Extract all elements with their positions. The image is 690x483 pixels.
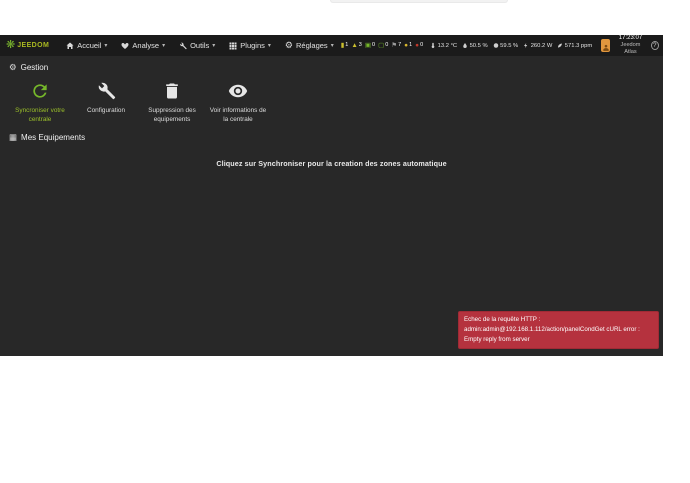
delete-equipments-label: Suppression des equipements — [148, 107, 196, 124]
alert-light-off[interactable]: ● 0 — [415, 42, 423, 50]
error-toast[interactable]: Echec de la requête HTTP : admin:admin@1… — [458, 311, 659, 349]
table-icon: ▦ — [9, 131, 18, 142]
sensor-temperature[interactable]: 13.2 °C — [430, 42, 457, 49]
configuration-label: Configuration — [86, 107, 125, 114]
sensor-humidity-2-value: 59.5 % — [500, 42, 519, 49]
page: ❋ JEEDOM Accueil ▾ Analyse ▾ Outils ▾ Pl… — [0, 0, 690, 483]
menu-accueil-label: Accueil — [77, 41, 102, 50]
caret-down-icon: ▾ — [330, 43, 334, 49]
menu-accueil[interactable]: Accueil ▾ — [59, 35, 114, 56]
alert-message[interactable]: ▢ 0 — [378, 42, 388, 50]
co2-icon — [558, 43, 563, 48]
gestion-title: Gestion — [20, 63, 49, 72]
top-artifact-strip — [330, 0, 508, 3]
alert-flag-count: 7 — [398, 41, 402, 48]
menu-plugins[interactable]: Plugins ▾ — [222, 35, 278, 56]
alert-summary[interactable]: ▮ 1 ▲ 3 ▣ 0 ▢ 0 ⚑ 7 ● 1 ● 0 — [341, 42, 423, 50]
help-button[interactable]: ? — [650, 41, 659, 50]
home-icon — [66, 42, 74, 49]
sensor-co2[interactable]: 571.3 ppm — [557, 42, 592, 49]
gestion-actions: Syncroniser votre centrale Configuration… — [11, 81, 654, 125]
sensor-temperature-value: 13.2 °C — [437, 42, 458, 49]
temperature-icon — [431, 42, 435, 48]
jeedom-logo-text: JEEDOM — [17, 42, 50, 49]
wrench-icon — [180, 42, 187, 49]
gestion-header: ⚙ Gestion — [9, 62, 654, 73]
alert-update[interactable]: ▣ 0 — [365, 42, 375, 50]
user-avatar[interactable] — [601, 39, 611, 52]
alert-warning-count: 3 — [358, 41, 362, 48]
alert-message-count: 0 — [385, 41, 389, 48]
system-name: Jeedom Atlas — [620, 42, 641, 56]
plugins-grid-icon — [229, 42, 237, 49]
gear-icon: ⚙ — [284, 40, 293, 50]
alert-light-off-count: 0 — [420, 41, 424, 48]
humidity-icon — [463, 43, 467, 48]
alert-light-on[interactable]: ● 1 — [404, 42, 412, 50]
trash-icon — [166, 83, 178, 99]
alert-update-count: 0 — [372, 41, 376, 48]
equipments-title: Mes Equipements — [21, 132, 86, 142]
menubar-right-zone: ▮ 1 ▲ 3 ▣ 0 ▢ 0 ⚑ 7 ● 1 ● 0 13.2 °C 50.5… — [341, 35, 659, 56]
clock-time: 17:23:07 — [618, 35, 643, 42]
alert-battery[interactable]: ▮ 1 — [341, 42, 349, 50]
jeedom-app-window: ❋ JEEDOM Accueil ▾ Analyse ▾ Outils ▾ Pl… — [0, 35, 663, 356]
sync-central-button[interactable]: Syncroniser votre centrale — [11, 81, 69, 125]
menu-outils-label: Outils — [190, 41, 210, 50]
sensor-power-value: 260.2 W — [530, 42, 553, 49]
wrench-icon — [98, 82, 116, 100]
sensor-power[interactable]: 260.2 W — [523, 42, 552, 49]
power-icon — [524, 43, 528, 48]
alert-battery-count: 1 — [345, 41, 349, 48]
analyse-icon — [121, 42, 129, 49]
menubar: ❋ JEEDOM Accueil ▾ Analyse ▾ Outils ▾ Pl… — [0, 35, 663, 56]
caret-down-icon: ▾ — [104, 43, 108, 49]
configuration-button[interactable]: Configuration — [77, 81, 135, 115]
menu-analyse[interactable]: Analyse ▾ — [114, 35, 172, 56]
menu-analyse-label: Analyse — [132, 41, 160, 50]
sensor-co2-value: 571.3 ppm — [564, 42, 593, 49]
menu-reglages-label: Réglages — [295, 41, 328, 50]
humidity-icon-2 — [493, 43, 498, 48]
menu-plugins-label: Plugins — [240, 41, 265, 50]
alert-light-on-count: 1 — [409, 41, 413, 48]
alert-flag[interactable]: ⚑ 7 — [391, 42, 401, 50]
light-off-icon: ● — [415, 41, 420, 49]
menu-outils[interactable]: Outils ▾ — [172, 35, 222, 56]
gear-icon: ⚙ — [9, 62, 17, 72]
caret-down-icon: ▾ — [267, 43, 271, 49]
clock-block: 17:23:07 Jeedom Atlas — [617, 35, 644, 56]
equipments-header: ▦ Mes Equipements — [9, 131, 654, 142]
flag-icon: ⚑ — [391, 41, 398, 49]
message-icon: ▢ — [378, 41, 385, 49]
menu-reglages[interactable]: ⚙ Réglages ▾ — [278, 35, 341, 56]
sync-hint-message: Cliquez sur Synchroniser pour la creatio… — [216, 158, 447, 168]
sync-central-label: Syncroniser votre centrale — [15, 107, 65, 124]
eye-icon — [228, 84, 248, 98]
view-central-info-label: Voir informations de la centrale — [209, 107, 267, 124]
jeedom-logo-icon: ❋ — [6, 39, 16, 51]
view-central-info-button[interactable]: Voir informations de la centrale — [209, 81, 267, 125]
sensor-humidity[interactable]: 50.5 % — [462, 42, 488, 49]
alert-warning[interactable]: ▲ 3 — [351, 42, 362, 50]
jeedom-logo[interactable]: ❋ JEEDOM — [6, 40, 49, 51]
caret-down-icon: ▾ — [212, 43, 216, 49]
sensor-humidity-2[interactable]: 59.5 % — [493, 42, 519, 49]
sensor-summary[interactable]: 13.2 °C 50.5 % 59.5 % 260.2 W 571.3 ppm — [430, 42, 592, 49]
delete-equipments-button[interactable]: Suppression des equipements — [143, 81, 201, 125]
battery-icon: ▮ — [340, 41, 345, 49]
update-icon: ▣ — [364, 41, 371, 49]
sensor-humidity-value: 50.5 % — [469, 42, 488, 49]
caret-down-icon: ▾ — [162, 43, 166, 49]
sync-icon — [33, 84, 47, 98]
warning-icon: ▲ — [351, 41, 358, 49]
main-content: ⚙ Gestion Syncroniser votre centrale Con… — [0, 56, 663, 356]
light-on-icon: ● — [404, 41, 409, 49]
user-icon — [602, 44, 609, 51]
